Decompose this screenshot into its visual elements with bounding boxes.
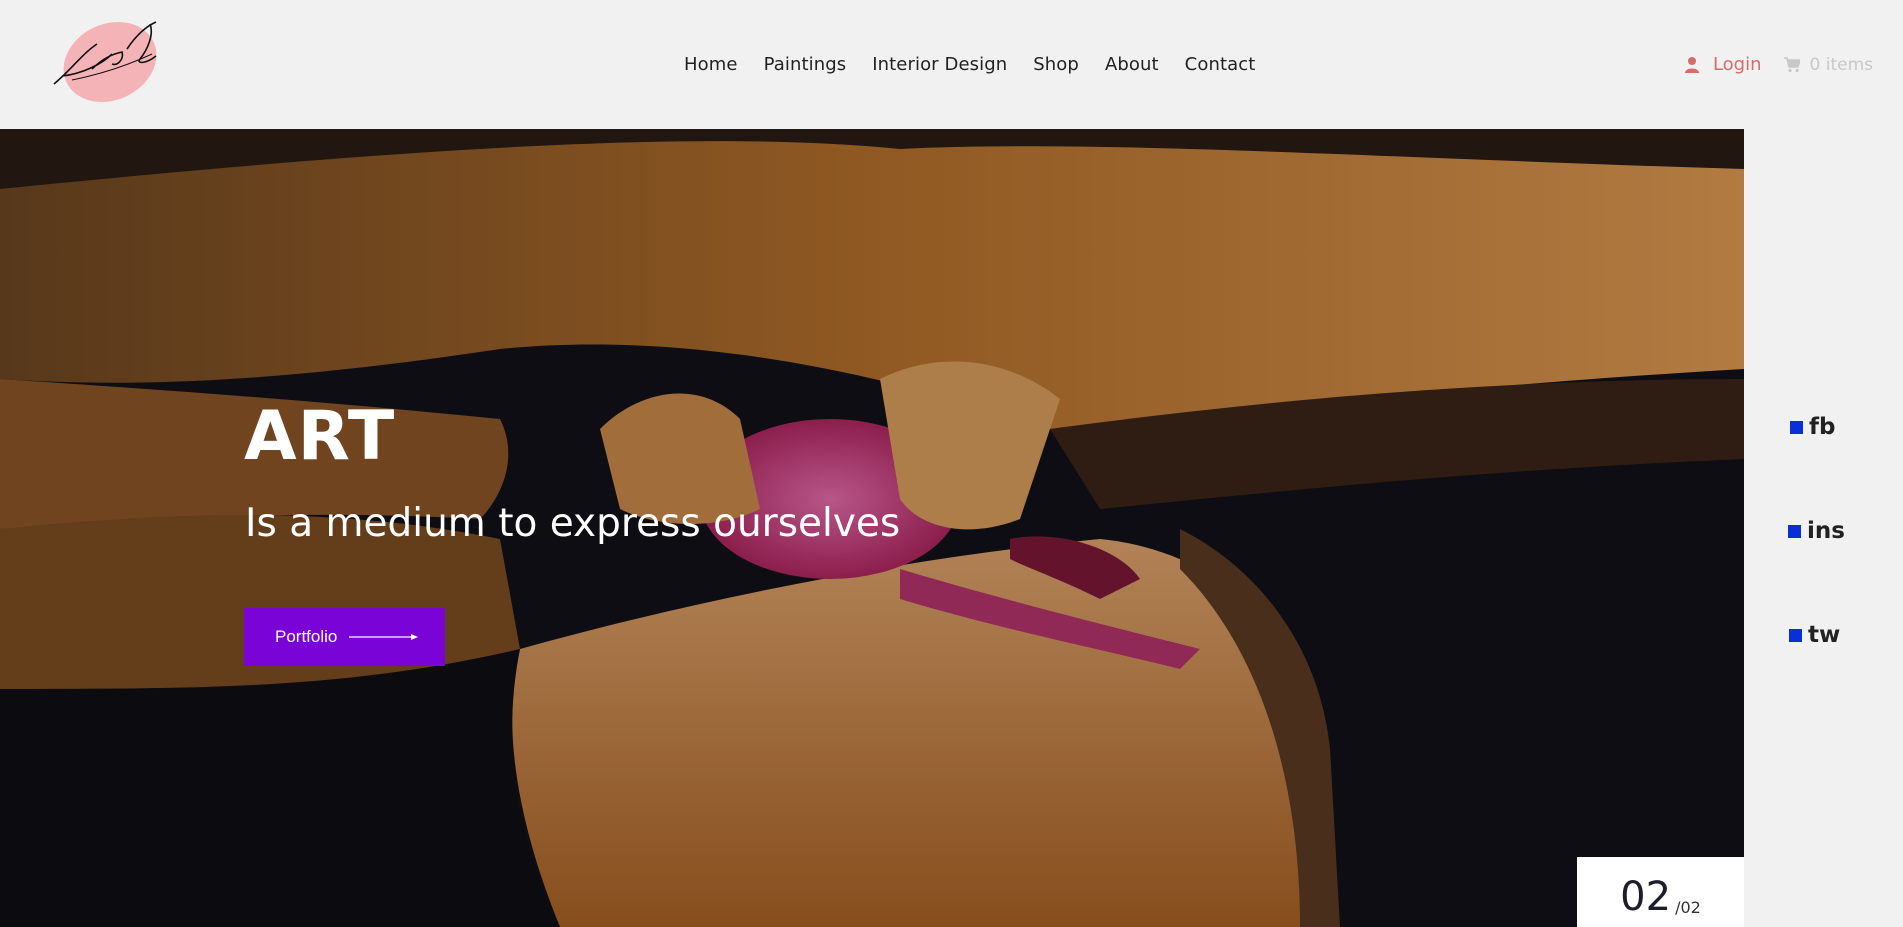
hero-title: ART xyxy=(244,397,396,476)
slide-counter: 02 /02 xyxy=(1577,857,1744,927)
facebook-icon xyxy=(1790,420,1803,434)
social-label-ins: ins xyxy=(1807,518,1845,544)
instagram-icon xyxy=(1788,524,1801,538)
twitter-icon xyxy=(1789,628,1802,642)
slide-current: 02 xyxy=(1620,874,1672,920)
social-link-facebook[interactable]: fb xyxy=(1790,414,1835,440)
slide-total: /02 xyxy=(1675,898,1701,917)
social-label-fb: fb xyxy=(1809,414,1836,440)
login-link[interactable]: Login xyxy=(1713,54,1762,75)
arrow-right-icon xyxy=(349,634,419,640)
hero-subtitle: Is a medium to express ourselves xyxy=(245,501,901,546)
portfolio-button-label: Portfolio xyxy=(275,627,338,646)
nav-paintings[interactable]: Paintings xyxy=(764,54,847,75)
nav-home[interactable]: Home xyxy=(684,54,738,75)
nav-interior-design[interactable]: Interior Design xyxy=(872,54,1007,75)
hero-slider: ART Is a medium to express ourselves Por… xyxy=(0,129,1744,927)
site-header: Home Paintings Interior Design Shop Abou… xyxy=(0,0,1903,129)
nav-contact[interactable]: Contact xyxy=(1185,54,1256,75)
social-link-twitter[interactable]: tw xyxy=(1789,622,1840,648)
social-label-tw: tw xyxy=(1808,622,1841,648)
site-logo[interactable] xyxy=(52,14,170,104)
main-nav: Home Paintings Interior Design Shop Abou… xyxy=(684,54,1255,75)
signature-logo-icon xyxy=(53,21,157,102)
account-area: Login 0 items xyxy=(1684,54,1873,75)
nav-about[interactable]: About xyxy=(1105,54,1159,75)
cart-icon[interactable] xyxy=(1783,56,1800,73)
nav-shop[interactable]: Shop xyxy=(1033,54,1079,75)
social-link-instagram[interactable]: ins xyxy=(1788,518,1845,544)
portfolio-button[interactable]: Portfolio xyxy=(244,608,445,666)
user-icon[interactable] xyxy=(1684,56,1699,74)
cart-count[interactable]: 0 items xyxy=(1810,55,1873,75)
